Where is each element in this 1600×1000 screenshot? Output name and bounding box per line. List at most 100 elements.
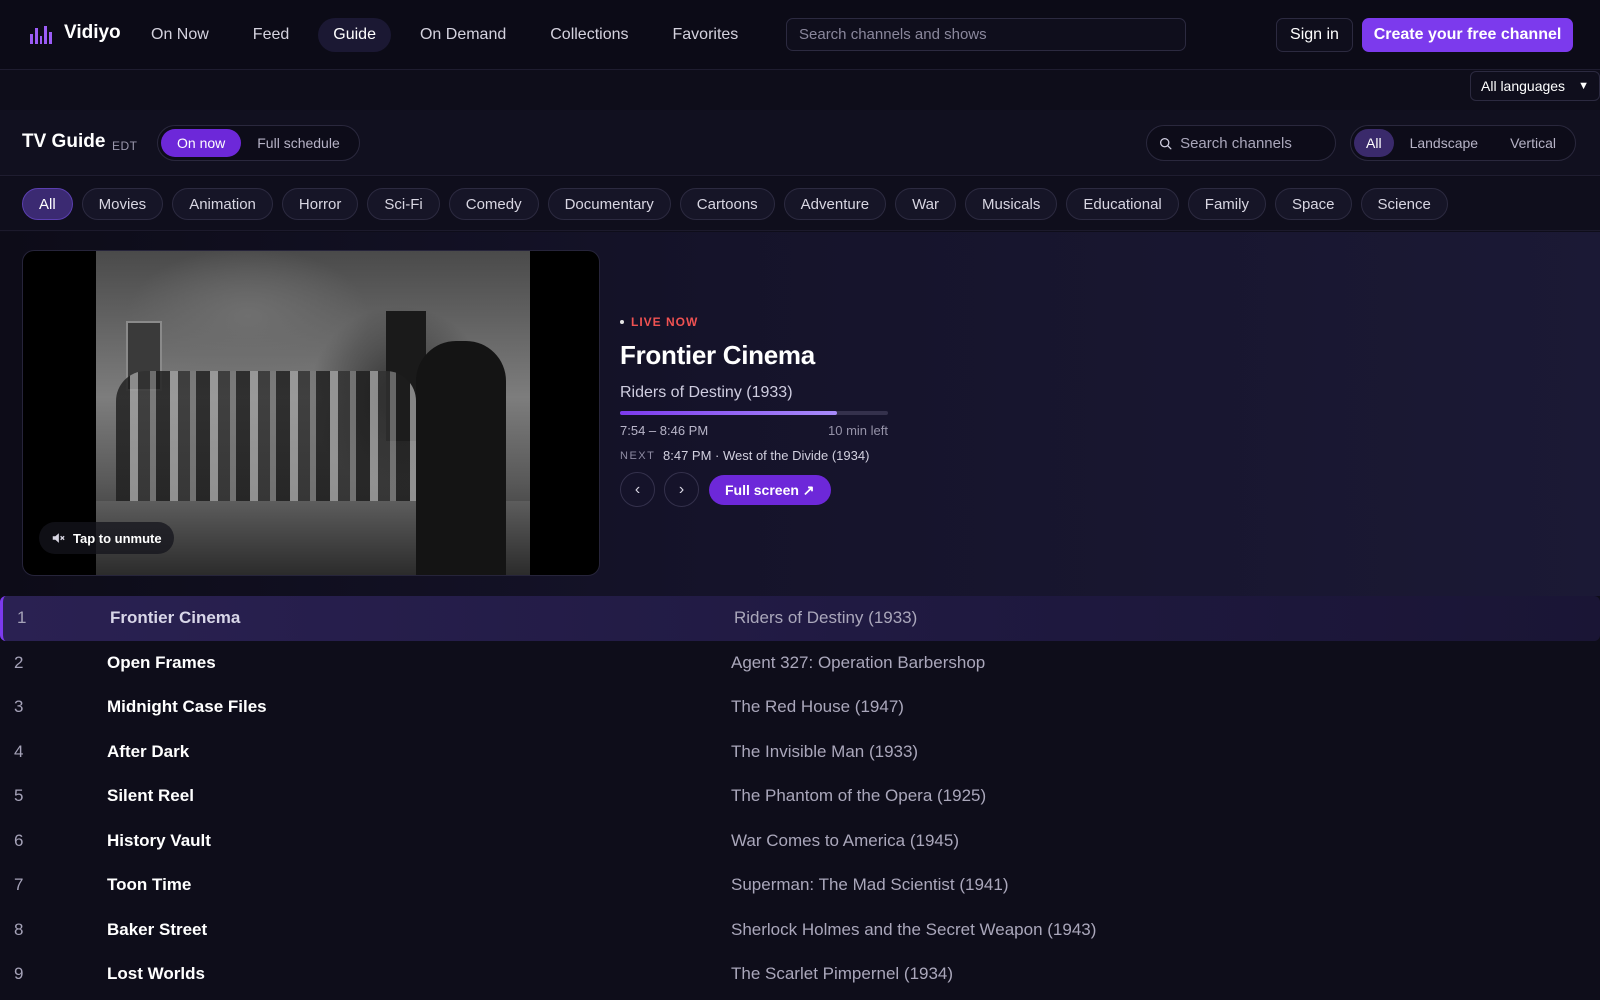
channel-current-show: Superman: The Mad Scientist (1941) [731, 875, 1009, 895]
guide-toolbar: TV Guide EDT On now Full schedule All La… [0, 110, 1600, 176]
unmute-label: Tap to unmute [73, 530, 162, 546]
channel-number: 2 [14, 652, 24, 672]
category-cartoons[interactable]: Cartoons [679, 188, 775, 220]
next-label: NEXT [620, 450, 656, 462]
channel-current-show: The Invisible Man (1933) [731, 741, 919, 761]
channel-search-input[interactable] [1180, 134, 1323, 152]
channel-row[interactable]: 1 Frontier Cinema Riders of Destiny (1933) [0, 596, 1600, 641]
sign-in-button[interactable]: Sign in [1276, 18, 1353, 52]
channel-row[interactable]: 3 Midnight Case Files The Red House (1947) [0, 685, 1600, 730]
nav-guide[interactable]: Guide [318, 18, 391, 52]
program-progress [620, 411, 888, 415]
category-space[interactable]: Space [1274, 188, 1352, 220]
next-channel-button[interactable]: › [664, 472, 699, 507]
channel-current-show: Sherlock Holmes and the Secret Weapon (1… [731, 919, 1097, 939]
orientation-all[interactable]: All [1354, 129, 1394, 157]
top-nav: Vidiyo On Now Feed Guide On Demand Colle… [0, 0, 1600, 70]
global-search-input[interactable] [799, 26, 1173, 43]
channel-current-show: Riders of Destiny (1933) [734, 608, 918, 628]
chevron-left-icon: ‹ [634, 480, 641, 498]
category-musicals[interactable]: Musicals [965, 188, 1058, 220]
channel-row[interactable]: 6 History Vault War Comes to America (1945… [0, 819, 1600, 864]
channel-number: 5 [14, 786, 24, 806]
channel-search [1146, 125, 1336, 161]
category-documentary[interactable]: Documentary [547, 188, 671, 220]
category-chips: All Movies Animation Horror Sci-Fi Comed… [22, 188, 1448, 220]
view-full-schedule[interactable]: Full schedule [241, 129, 356, 157]
channel-list: 1 Frontier Cinema Riders of Destiny (1933)… [0, 596, 1600, 997]
channel-name: Toon Time [107, 875, 192, 895]
previous-channel-button[interactable]: ‹ [620, 472, 655, 507]
nav-collections[interactable]: Collections [535, 18, 643, 52]
live-badge: LIVE NOW [620, 315, 698, 329]
program-time-range: 7:54 – 8:46 PM [620, 423, 709, 438]
category-horror[interactable]: Horror [281, 188, 359, 220]
now-playing-channel: Frontier Cinema [620, 340, 815, 370]
channel-row[interactable]: 9 Lost Worlds The Scarlet Pimpernel (1934) [0, 952, 1600, 997]
nav-on-now[interactable]: On Now [136, 18, 224, 52]
chevron-down-icon: ▼ [1578, 80, 1589, 92]
view-mode-toggle: On now Full schedule [157, 125, 360, 161]
category-animation[interactable]: Animation [172, 188, 273, 220]
language-select[interactable]: All languages ▼ [1470, 71, 1600, 101]
orientation-vertical[interactable]: Vertical [1494, 129, 1572, 157]
orientation-toggle: All Landscape Vertical [1350, 125, 1576, 161]
next-program-info: 8:47 PM · West of the Divide (1934) [663, 448, 870, 463]
nav-on-demand[interactable]: On Demand [405, 18, 521, 52]
category-sci-fi[interactable]: Sci-Fi [367, 188, 440, 220]
brand-name: Vidiyo [64, 22, 121, 43]
chevron-right-icon: › [678, 480, 685, 498]
category-movies[interactable]: Movies [81, 188, 164, 220]
speaker-muted-icon [52, 533, 65, 543]
category-all[interactable]: All [22, 188, 73, 220]
language-select-value: All languages [1481, 78, 1566, 94]
channel-current-show: The Scarlet Pimpernel (1934) [731, 964, 954, 984]
program-progress-fill [620, 411, 838, 415]
bars-logo-icon [30, 22, 52, 44]
view-on-now[interactable]: On now [161, 129, 242, 157]
live-dot-icon [620, 320, 624, 324]
channel-current-show: The Phantom of the Opera (1925) [731, 786, 987, 806]
channel-name: Midnight Case Files [107, 697, 267, 717]
nav-feed[interactable]: Feed [238, 18, 304, 52]
program-time-left: 10 min left [828, 423, 888, 438]
category-bar: All Movies Animation Horror Sci-Fi Comed… [0, 177, 1600, 231]
nav-favorites[interactable]: Favorites [658, 18, 754, 52]
orientation-landscape[interactable]: Landscape [1394, 129, 1495, 157]
category-educational[interactable]: Educational [1066, 188, 1179, 220]
category-science[interactable]: Science [1360, 188, 1448, 220]
brand[interactable]: Vidiyo [30, 22, 121, 44]
global-search [786, 18, 1186, 51]
channel-number: 6 [14, 830, 24, 850]
channel-number: 1 [17, 608, 27, 628]
now-playing-program: Riders of Destiny (1933) [620, 384, 793, 401]
channel-number: 3 [14, 697, 24, 717]
channel-row[interactable]: 7 Toon Time Superman: The Mad Scientist (1… [0, 863, 1600, 908]
channel-current-show: Agent 327: Operation Barbershop [731, 652, 986, 672]
category-adventure[interactable]: Adventure [783, 188, 887, 220]
channel-number: 4 [14, 741, 24, 761]
page-title: TV Guide [22, 131, 106, 152]
create-channel-button[interactable]: Create your free channel [1362, 18, 1573, 52]
channel-row[interactable]: 2 Open Frames Agent 327: Operation Barbers… [0, 641, 1600, 686]
search-icon [1159, 137, 1172, 149]
category-family[interactable]: Family [1187, 188, 1266, 220]
channel-name: Open Frames [107, 652, 216, 672]
channel-name: After Dark [107, 741, 190, 761]
unmute-button[interactable]: Tap to unmute [39, 522, 174, 554]
channel-current-show: War Comes to America (1945) [731, 830, 959, 850]
channel-row[interactable]: 4 After Dark The Invisible Man (1933) [0, 730, 1600, 775]
channel-number: 7 [14, 875, 24, 895]
channel-name: History Vault [107, 830, 211, 850]
video-player[interactable]: Tap to unmute [22, 250, 600, 576]
channel-number: 8 [14, 919, 24, 939]
channel-name: Silent Reel [107, 786, 194, 806]
channel-row[interactable]: 5 Silent Reel The Phantom of the Opera (19… [0, 774, 1600, 819]
channel-row[interactable]: 8 Baker Street Sherlock Holmes and the Sec… [0, 908, 1600, 953]
channel-current-show: The Red House (1947) [731, 697, 904, 717]
timezone-label: EDT [112, 139, 138, 153]
now-playing-hero: Tap to unmute LIVE NOW Frontier Cinema R… [0, 232, 1600, 596]
full-screen-button[interactable]: Full screen ↗ [709, 475, 831, 505]
category-war[interactable]: War [895, 188, 957, 220]
category-comedy[interactable]: Comedy [448, 188, 539, 220]
